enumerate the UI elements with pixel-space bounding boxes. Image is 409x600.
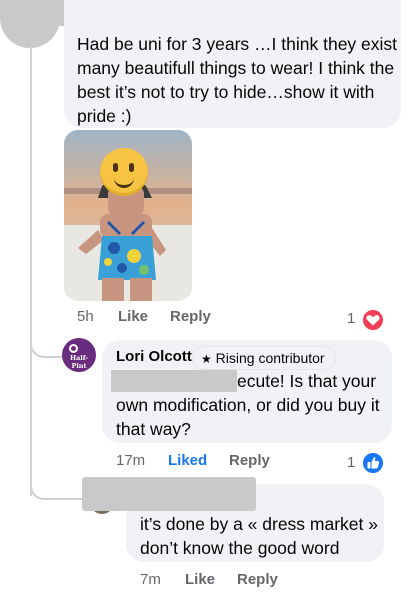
redacted-text xyxy=(111,370,237,392)
badge-label: Rising contributor xyxy=(215,350,325,366)
thread-line-main xyxy=(30,46,32,496)
comment-1-reply-button[interactable]: Reply xyxy=(170,308,211,325)
thumbs-up-icon[interactable] xyxy=(361,451,385,475)
comment-text-1: Had be uni for 3 years …I think they exi… xyxy=(77,34,398,126)
thread-branch-reply-2 xyxy=(30,470,84,500)
star-icon: ★ xyxy=(201,352,212,366)
comment-3-like-button[interactable]: Like xyxy=(185,571,215,588)
comment-3-time[interactable]: 7m xyxy=(140,571,161,588)
rising-contributor-badge: ★ Rising contributor xyxy=(192,346,336,370)
comment-2-line3: that way? xyxy=(116,419,191,439)
comment-2-author[interactable]: Lori Olcott xyxy=(116,348,192,365)
redacted-name-3 xyxy=(82,477,256,511)
comment-2-time[interactable]: 17m xyxy=(116,452,145,469)
comment-photo[interactable] xyxy=(64,130,192,301)
comment-2-reaction-count[interactable]: 1 xyxy=(347,454,355,471)
avatar-lori-olcott[interactable]: Half-Pint xyxy=(62,338,96,372)
comment-2-line1: ecute! Is that your xyxy=(237,371,377,391)
heart-icon[interactable] xyxy=(361,308,385,332)
comment-3-reply-button[interactable]: Reply xyxy=(237,571,278,588)
comment-1-time[interactable]: 5h xyxy=(77,308,94,325)
thread-branch-reply xyxy=(30,330,64,358)
comment-2-line2: own modification, or did you buy it xyxy=(116,395,380,415)
avatar-lori-label: Half-Pint xyxy=(69,354,89,370)
comment-3-line2: don’t know the good word xyxy=(140,538,340,558)
comment-1-reaction-count[interactable]: 1 xyxy=(347,310,355,327)
comment-1-like-button[interactable]: Like xyxy=(118,308,148,325)
comment-3-line1: it’s done by a « dress market » xyxy=(140,514,378,534)
comment-2-liked-button[interactable]: Liked xyxy=(168,452,207,469)
comment-2-reply-button[interactable]: Reply xyxy=(229,452,270,469)
emoji-face-icon xyxy=(100,148,148,196)
